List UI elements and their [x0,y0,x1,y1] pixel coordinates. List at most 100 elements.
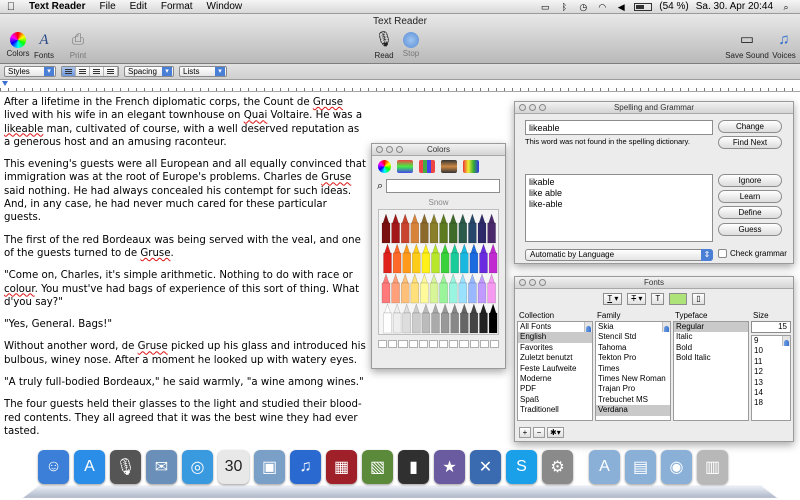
imovie-dock-icon[interactable]: ★ [434,450,465,484]
paragraph[interactable]: "Yes, General. Bags!" [4,318,366,331]
crayon[interactable] [477,273,487,304]
crayon[interactable] [468,213,477,244]
paragraph[interactable]: The four guests held their glasses to th… [4,398,366,438]
misspelled-word[interactable]: Quai [244,110,268,121]
voices-button[interactable]: ♫ Voices [766,30,800,60]
align-center-button[interactable] [76,67,90,76]
size-item[interactable]: 11 [752,357,790,367]
zoom-icon[interactable] [539,279,546,286]
misspelled-word[interactable]: Gruse [313,97,343,108]
typeface-item[interactable]: Bold Italic [674,353,748,363]
volume-icon[interactable]: ◀ [615,2,627,12]
crayon[interactable] [439,213,448,244]
family-item[interactable]: Stencil Std [596,332,670,342]
typeface-item[interactable]: Bold [674,343,748,353]
checkbox-box[interactable] [718,249,727,258]
size-item[interactable]: 13 [752,378,790,388]
suggestion-item[interactable]: like able [529,188,709,199]
size-list[interactable]: 9 10 11 12 13 14 18 [751,335,791,421]
collection-list[interactable]: All Fonts English Favorites Zuletzt benutzt… [517,321,593,421]
color-swatch-well[interactable] [378,340,500,348]
find-next-button[interactable]: Find Next [718,136,782,149]
collection-item[interactable]: Zuletzt benutzt [518,353,592,363]
spacing-popup[interactable]: Spacing [124,66,174,77]
crayon[interactable] [488,303,498,334]
stop-button[interactable]: Stop [393,30,429,58]
ruler[interactable] [0,80,800,92]
add-collection-button[interactable]: + [519,427,531,438]
misspelled-word[interactable]: colour [4,284,35,295]
clock[interactable]: Sa. 30. Apr 20:44 [696,1,773,12]
family-list[interactable]: Skia Stencil Std Tahoma Tekton Pro Times Time… [595,321,671,421]
typeface-item[interactable]: Italic [674,332,748,342]
crayon[interactable] [439,273,448,304]
system-preferences-dock-icon[interactable]: ⚙ [542,450,573,484]
crayon[interactable] [383,243,392,274]
size-scrollbar[interactable] [782,336,790,347]
document-text[interactable]: After a lifetime in the French diplomati… [4,96,366,447]
close-icon[interactable] [519,279,526,286]
menu-format[interactable]: Format [154,1,200,12]
crayon[interactable] [391,273,400,304]
misspelled-word[interactable]: Gruse [321,172,351,183]
save-sound-button[interactable]: ▭ Save Sound [725,30,769,60]
misspelled-word-field[interactable]: likeable [525,120,713,135]
app-store-dock-icon[interactable]: A [74,450,105,484]
crayon[interactable] [440,243,450,274]
family-scrollbar[interactable] [662,322,670,333]
crayon[interactable] [440,303,450,334]
suggestions-list[interactable]: likable like able like-able [525,174,713,242]
xcode-dock-icon[interactable]: ✕ [470,450,501,484]
crayon[interactable] [392,303,402,334]
battery-app-dock-icon[interactable]: ▮ [398,450,429,484]
misspelled-word[interactable]: Gruse [138,341,168,352]
crayon[interactable] [402,303,411,334]
language-select[interactable]: Automatic by Language [525,249,713,261]
paragraph[interactable]: This evening's guests were all European … [4,158,366,224]
collection-item[interactable]: All Fonts [518,322,592,332]
color-wheel-mode-icon[interactable] [378,160,391,173]
close-icon[interactable] [376,146,383,153]
crayon[interactable] [381,213,391,244]
crayon[interactable] [469,303,479,334]
bluetooth-icon[interactable]: ᛒ [558,2,570,12]
crayon[interactable] [420,213,429,244]
typeface-item[interactable]: Regular [674,322,748,333]
crayon[interactable] [479,303,488,334]
ignore-button[interactable]: Ignore [718,174,782,187]
zoom-icon[interactable] [396,146,403,153]
paragraph[interactable]: The first of the red Bordeaux was being … [4,234,366,261]
paragraph[interactable]: Without another word, de Gruse picked up… [4,340,366,367]
family-item[interactable]: Times [596,364,670,374]
menu-file[interactable]: File [93,1,123,12]
menu-window[interactable]: Window [200,1,250,12]
safari-dock-icon[interactable]: ◎ [182,450,213,484]
crayon[interactable] [458,213,468,244]
family-item[interactable]: Trajan Pro [596,384,670,394]
crayon[interactable] [381,273,391,304]
strikethrough-popup[interactable]: T ▾ [627,293,647,305]
crayon[interactable] [448,213,458,244]
minimize-icon[interactable] [386,146,393,153]
crayon[interactable] [429,273,439,304]
suggestion-item[interactable]: like-able [529,199,709,210]
crayon[interactable] [402,243,411,274]
crayon[interactable] [429,213,439,244]
menu-edit[interactable]: Edit [123,1,154,12]
close-icon[interactable] [519,104,526,111]
skype-dock-icon[interactable]: S [506,450,537,484]
wifi-icon[interactable]: ◠ [596,2,608,12]
menu-app[interactable]: Text Reader [22,1,93,12]
crayon[interactable] [410,213,420,244]
crayon[interactable] [477,213,487,244]
family-item[interactable]: Trebuchet MS [596,395,670,405]
crayon[interactable] [448,273,458,304]
crayon[interactable] [431,303,440,334]
minimize-icon[interactable] [529,104,536,111]
crayon[interactable] [391,213,400,244]
suggestion-item[interactable]: likable [529,177,709,188]
crayon[interactable] [468,273,477,304]
itunes-dock-icon[interactable]: ♫ [290,450,321,484]
crayon[interactable] [487,213,496,244]
left-indent-marker[interactable] [2,81,8,86]
